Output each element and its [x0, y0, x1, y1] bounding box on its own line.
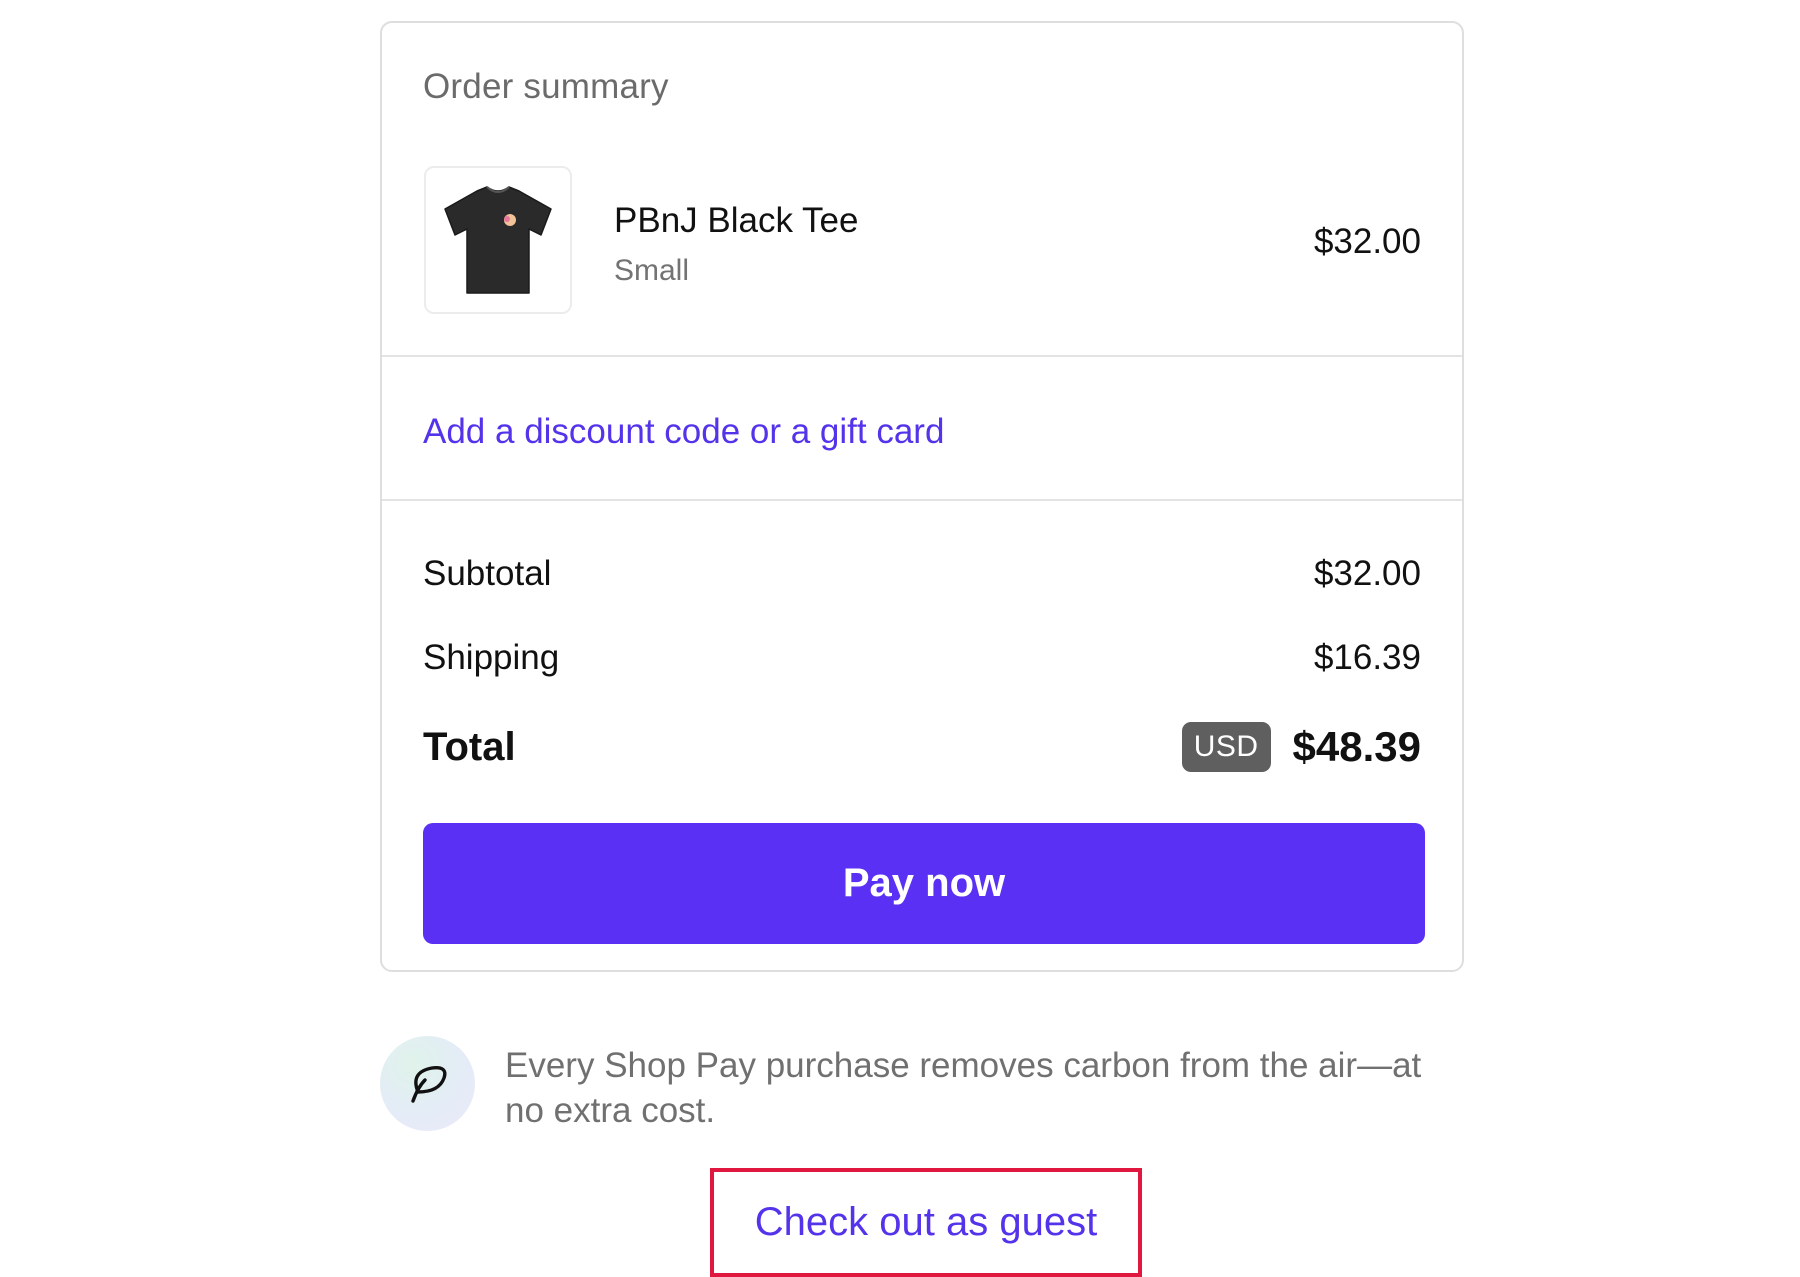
divider	[382, 355, 1462, 357]
product-name: PBnJ Black Tee	[614, 201, 859, 240]
product-image	[424, 166, 572, 314]
add-discount-link[interactable]: Add a discount code or a gift card	[423, 412, 944, 452]
shipping-label: Shipping	[423, 638, 560, 677]
product-price: $32.00	[1313, 222, 1421, 261]
pay-now-button[interactable]: Pay now	[423, 823, 1425, 944]
carbon-note-text: Every Shop Pay purchase removes carbon f…	[505, 1046, 1422, 1130]
subtotal-label: Subtotal	[423, 554, 552, 593]
product-variant: Small	[614, 254, 690, 287]
order-summary-title: Order summary	[423, 67, 669, 106]
leaf-icon	[410, 1065, 446, 1103]
carbon-badge	[380, 1036, 475, 1131]
check-out-as-guest-link[interactable]: Check out as guest	[755, 1200, 1097, 1245]
total-amount: USD $48.39	[1181, 722, 1421, 772]
total-value: $48.39	[1292, 723, 1421, 770]
order-summary-card: Order summary PBnJ Black Tee Small $32.0…	[380, 21, 1464, 972]
total-row: Total USD $48.39	[423, 717, 1421, 777]
black-tshirt-icon	[444, 186, 552, 294]
total-label: Total	[423, 724, 516, 769]
subtotal-value: $32.00	[1313, 554, 1421, 593]
shipping-value: $16.39	[1313, 638, 1421, 677]
divider	[382, 499, 1462, 501]
shipping-row: Shipping $16.39	[423, 633, 1421, 683]
guest-checkout-highlight: Check out as guest	[710, 1168, 1142, 1277]
subtotal-row: Subtotal $32.00	[423, 549, 1421, 599]
currency-badge: USD	[1181, 722, 1271, 772]
